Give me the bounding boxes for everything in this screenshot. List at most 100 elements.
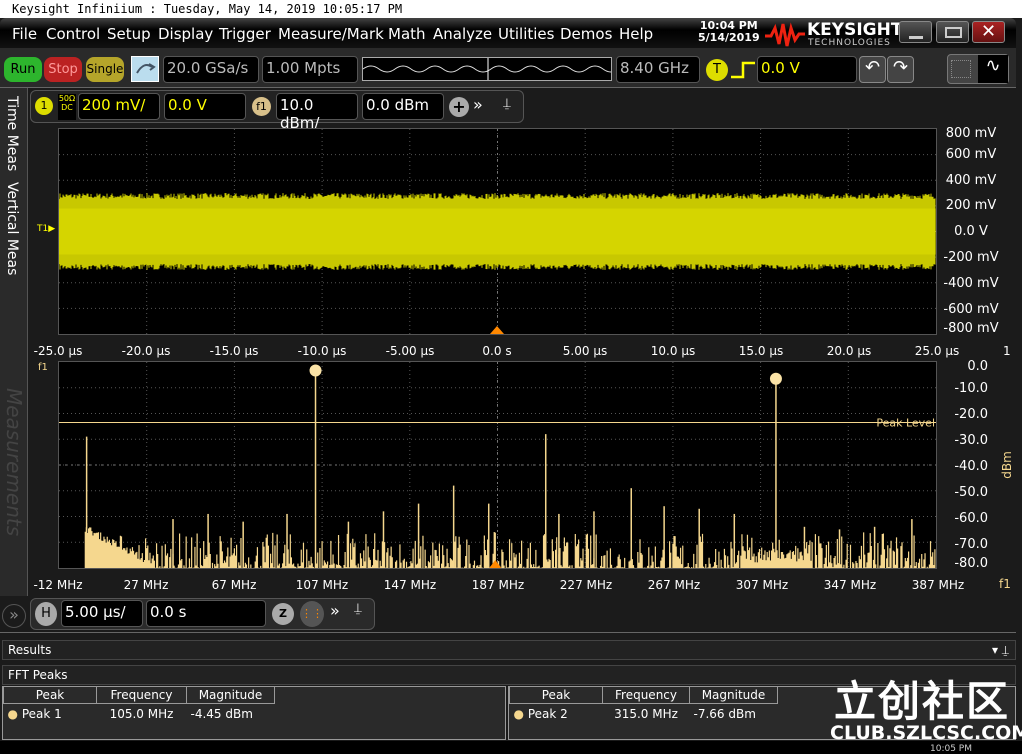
close-icon: ✕ bbox=[980, 21, 997, 42]
col-frequency: Frequency bbox=[602, 687, 690, 704]
horizontal-button[interactable]: H bbox=[35, 602, 57, 626]
menu-file[interactable]: File bbox=[12, 25, 37, 43]
menu-math[interactable]: Math bbox=[388, 25, 426, 43]
fft-noise-floor bbox=[84, 527, 936, 568]
fft-y-tick: -10.0 bbox=[954, 381, 988, 396]
fft-peak-marker bbox=[309, 364, 322, 377]
results-menu-icon[interactable]: ▾ ⍊ bbox=[992, 643, 1009, 658]
time-y-tick: -600 mV bbox=[943, 302, 999, 317]
f1-button[interactable]: f1 bbox=[252, 97, 271, 116]
ch1-scale-field[interactable]: 200 mV/ bbox=[78, 93, 160, 120]
side-tab-panel: Time Meas Vertical Meas Measurements bbox=[0, 88, 28, 596]
peak-marker-icon: ● bbox=[513, 707, 524, 721]
peak-name: Peak 2 bbox=[527, 707, 568, 721]
undo-button[interactable]: ↶ bbox=[859, 56, 886, 83]
tab-vertical-meas[interactable]: Vertical Meas bbox=[4, 182, 20, 275]
watermark-cn: 立创社区 bbox=[834, 677, 1011, 726]
fft-y-tick: 0.0 bbox=[967, 359, 988, 374]
fft-peak-marker bbox=[769, 372, 782, 385]
menu-analyze[interactable]: Analyze bbox=[433, 25, 492, 43]
time-y-tick: -400 mV bbox=[943, 276, 999, 291]
horizontal-scale-field[interactable]: 5.00 µs/ bbox=[61, 600, 143, 627]
trigger-position-marker[interactable] bbox=[490, 326, 504, 334]
peak-name: Peak 1 bbox=[21, 707, 62, 721]
channel-1-button[interactable]: 1 bbox=[35, 97, 53, 115]
time-x-tick: -15.0 µs bbox=[209, 344, 259, 358]
table-row[interactable]: ● Peak 2 315.0 MHz -7.66 dBm bbox=[510, 704, 778, 725]
tab-time-meas[interactable]: Time Meas bbox=[4, 96, 20, 171]
ch1-waveform-core bbox=[59, 208, 936, 255]
fft-x-tick: 67 MHz bbox=[211, 578, 257, 592]
peak-magnitude: -7.66 dBm bbox=[693, 707, 756, 721]
time-y-tick: -200 mV bbox=[943, 250, 999, 265]
expand-chevron-icon[interactable]: » bbox=[473, 95, 483, 114]
fft-x-tick: 187 MHz bbox=[471, 578, 525, 592]
maximize-button[interactable] bbox=[936, 21, 969, 43]
zoom-window-icon: ⋮⋮ bbox=[301, 607, 323, 620]
expand-horizontal-icon[interactable]: » bbox=[330, 601, 340, 620]
f1-ground-marker[interactable]: f1 bbox=[38, 362, 48, 373]
brand-name: KEYSIGHT bbox=[807, 20, 903, 40]
add-channel-button[interactable]: + bbox=[449, 97, 469, 117]
menu-utilities[interactable]: Utilities bbox=[498, 25, 554, 43]
menu-setup[interactable]: Setup bbox=[107, 25, 151, 43]
horizontal-position-field[interactable]: 0.0 s bbox=[146, 600, 266, 627]
results-title: Results bbox=[8, 643, 52, 657]
brand-sub: TECHNOLOGIES bbox=[808, 38, 891, 48]
ch1-offset-field[interactable]: 0.0 V bbox=[164, 93, 246, 120]
zoom-window-button[interactable]: ⋮⋮ bbox=[300, 601, 324, 627]
waveform-icon: ∿ bbox=[978, 55, 1008, 83]
menu-measure-mark[interactable]: Measure/Mark bbox=[278, 25, 384, 43]
fft-y-tick: -20.0 bbox=[954, 407, 988, 422]
tab-measurements[interactable]: Measurements bbox=[2, 388, 26, 536]
col-magnitude: Magnitude bbox=[186, 687, 275, 704]
redo-icon: ↷ bbox=[892, 57, 909, 78]
ch1-ground-marker[interactable]: T1▶ bbox=[37, 224, 55, 234]
menu-trigger[interactable]: Trigger bbox=[219, 25, 271, 43]
time-axis-channel-marker: 1 bbox=[1003, 344, 1011, 358]
fft-peaks-title: FFT Peaks bbox=[8, 668, 68, 682]
fft-x-tick: 267 MHz bbox=[647, 578, 701, 592]
stop-button[interactable]: Stop bbox=[44, 57, 82, 82]
menu-demos[interactable]: Demos bbox=[560, 25, 612, 43]
horizontal-pin-icon[interactable]: ⍊ bbox=[354, 601, 362, 616]
zoom-button[interactable]: Z bbox=[272, 603, 294, 625]
fft-x-tick: 107 MHz bbox=[295, 578, 349, 592]
panel-splitter[interactable] bbox=[0, 632, 1016, 636]
fft-plot[interactable]: Peak Level bbox=[58, 361, 937, 569]
close-button[interactable]: ✕ bbox=[972, 21, 1005, 43]
peak-marker-icon: ● bbox=[7, 707, 18, 721]
menu-display[interactable]: Display bbox=[158, 25, 213, 43]
f1-offset-field[interactable]: 0.0 dBm bbox=[362, 93, 444, 120]
table-row[interactable]: ● Peak 1 105.0 MHz -4.45 dBm bbox=[4, 704, 275, 725]
menu-help[interactable]: Help bbox=[619, 25, 653, 43]
run-button[interactable]: Run bbox=[4, 57, 42, 82]
time-waveform bbox=[58, 129, 936, 334]
display-mode-button[interactable]: ∿ bbox=[947, 54, 1009, 84]
sample-rate-field[interactable]: 20.0 GSa/s bbox=[163, 56, 259, 83]
fft-x-tick: 227 MHz bbox=[559, 578, 613, 592]
time-x-tick: -20.0 µs bbox=[121, 344, 171, 358]
trigger-button[interactable]: T bbox=[706, 59, 728, 81]
time-y-tick: -800 mV bbox=[943, 321, 999, 336]
ch1-coupling[interactable]: 50Ω DC bbox=[58, 94, 76, 120]
waveform-overview[interactable] bbox=[362, 57, 620, 81]
single-button[interactable]: Single bbox=[86, 57, 124, 82]
fft-x-tick: 347 MHz bbox=[823, 578, 877, 592]
auto-scale-button[interactable] bbox=[131, 56, 159, 82]
col-frequency: Frequency bbox=[96, 687, 187, 704]
ch1-dc: DC bbox=[61, 103, 73, 112]
bandwidth-field[interactable]: 8.40 GHz bbox=[616, 56, 700, 83]
expand-sidebar-button[interactable]: » bbox=[2, 604, 26, 628]
f1-scale-field[interactable]: 10.0 dBm/ bbox=[276, 93, 358, 132]
pin-icon[interactable]: ⍊ bbox=[503, 96, 511, 111]
memory-depth-field[interactable]: 1.00 Mpts bbox=[262, 56, 358, 83]
minimize-button[interactable] bbox=[899, 21, 932, 43]
fft-peaks-table-1: Peak Frequency Magnitude ● Peak 1 105.0 MHz… bbox=[2, 686, 506, 740]
rising-edge-icon[interactable] bbox=[731, 60, 755, 80]
time-domain-plot[interactable] bbox=[58, 128, 937, 335]
overview-wave-icon bbox=[362, 58, 620, 80]
redo-button[interactable]: ↷ bbox=[887, 56, 914, 83]
trigger-level-field[interactable]: 0.0 V bbox=[757, 56, 857, 83]
menu-control[interactable]: Control bbox=[46, 25, 100, 43]
